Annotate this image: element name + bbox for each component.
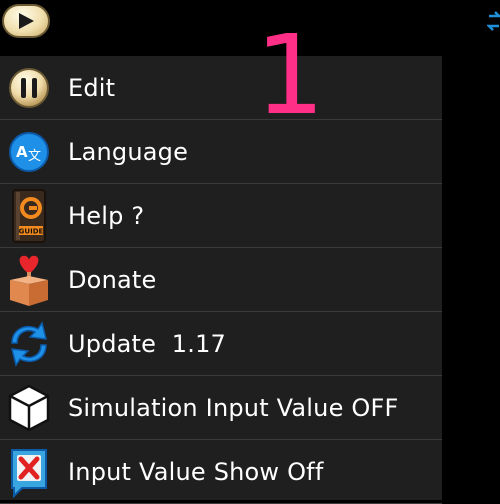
menu-item-update[interactable]: Update 1.17: [0, 312, 442, 376]
play-icon: [19, 13, 34, 29]
menu-item-label: Help ?: [68, 201, 145, 230]
menu-item-label: Input Value Show Off: [68, 457, 324, 486]
close-x-icon: [4, 444, 54, 500]
menu-item-label: Update 1.17: [68, 329, 227, 358]
main-menu: Edit A 文 Language GUIDE Help ? Donate Up…: [0, 56, 442, 504]
menu-item-input-value-show[interactable]: Input Value Show Off: [0, 440, 442, 504]
menu-item-simulation-input[interactable]: Simulation Input Value OFF: [0, 376, 442, 440]
menu-item-donate[interactable]: Donate: [0, 248, 442, 312]
menu-item-label: Edit: [68, 73, 116, 102]
translate-icon: A 文: [4, 124, 54, 180]
step-number-overlay: 1: [255, 11, 325, 139]
guide-book-icon: GUIDE: [4, 188, 54, 244]
svg-text:文: 文: [28, 149, 41, 164]
svg-text:GUIDE: GUIDE: [19, 227, 44, 235]
donate-box-icon: [4, 252, 54, 308]
menu-item-edit[interactable]: Edit: [0, 56, 442, 120]
menu-item-label: Language: [68, 137, 189, 166]
arrow-icon[interactable]: [487, 10, 500, 32]
menu-item-language[interactable]: A 文 Language: [0, 120, 442, 184]
refresh-icon: [4, 316, 54, 372]
svg-text:A: A: [16, 143, 28, 161]
cube-icon: [4, 380, 54, 436]
play-button[interactable]: [2, 4, 50, 38]
pause-icon: [4, 60, 54, 116]
menu-item-help[interactable]: GUIDE Help ?: [0, 184, 442, 248]
menu-item-label: Donate: [68, 265, 157, 294]
menu-item-label: Simulation Input Value OFF: [68, 393, 399, 422]
